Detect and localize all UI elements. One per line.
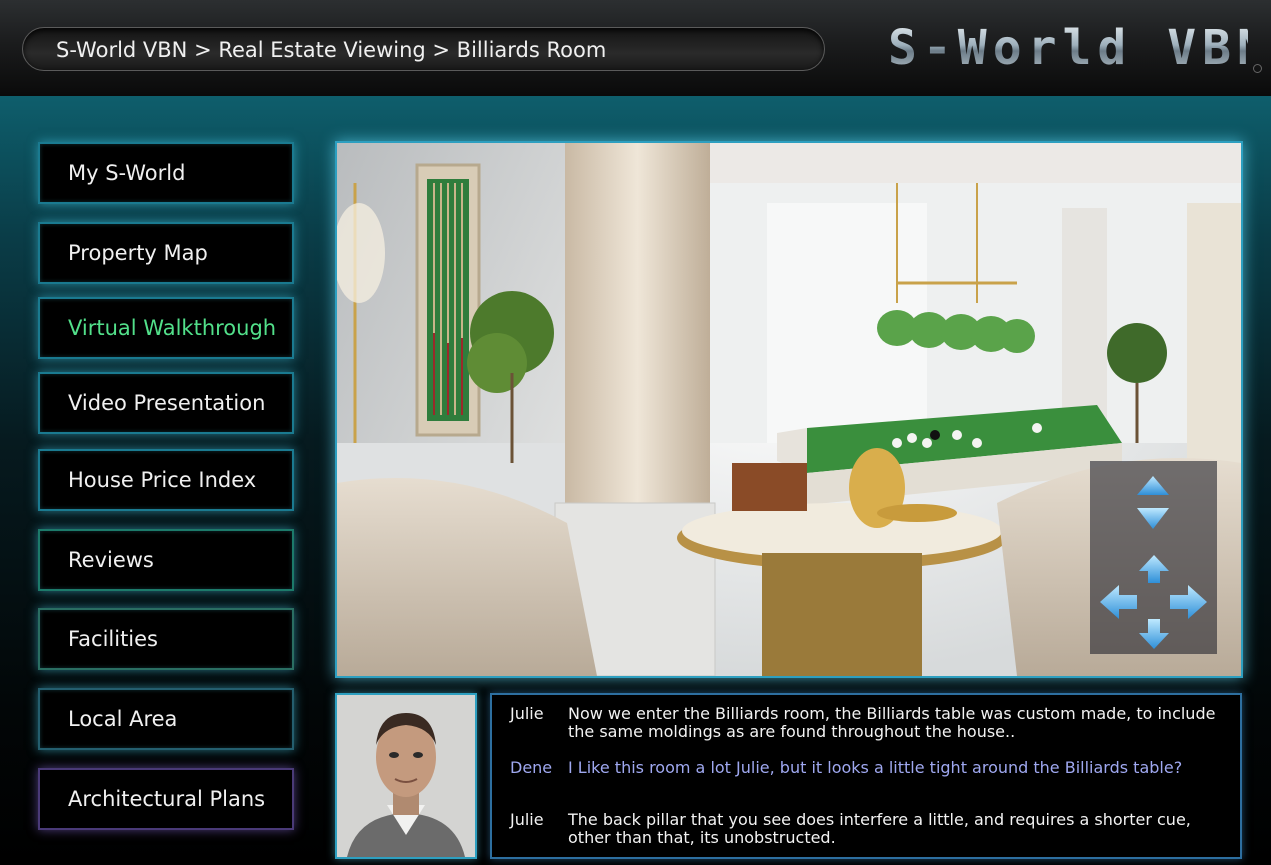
virtual-walkthrough-viewer[interactable]: [335, 141, 1243, 678]
agent-avatar: [335, 693, 477, 859]
app-logo: S-World VBN: [888, 20, 1271, 76]
sidebar-item-video-presentation[interactable]: Video Presentation: [38, 372, 294, 434]
sidebar-item-house-price-index[interactable]: House Price Index: [38, 449, 294, 511]
chat-text: The back pillar that you see does interf…: [568, 810, 1191, 847]
sidebar-item-local-area[interactable]: Local Area: [38, 688, 294, 750]
chat-speaker: Julie: [510, 810, 544, 829]
chat-speaker: Julie: [510, 704, 544, 723]
conversation-panel: Julie Now we enter the Billiards room, t…: [490, 693, 1242, 859]
breadcrumb[interactable]: S-World VBN > Real Estate Viewing > Bill…: [22, 27, 825, 71]
sidebar-item-reviews[interactable]: Reviews: [38, 529, 294, 591]
chat-text: Now we enter the Billiards room, the Bil…: [568, 704, 1216, 741]
chat-speaker: Dene: [510, 758, 553, 777]
sidebar-item-my-s-world[interactable]: My S-World: [38, 142, 294, 204]
sidebar-item-architectural-plans[interactable]: Architectural Plans: [38, 768, 294, 830]
billiards-room-scene: [337, 143, 1241, 676]
sidebar-item-virtual-walkthrough[interactable]: Virtual Walkthrough: [38, 297, 294, 359]
sidebar-item-facilities[interactable]: Facilities: [38, 608, 294, 670]
registered-mark-icon: [1253, 64, 1262, 73]
sidebar-item-property-map[interactable]: Property Map: [38, 222, 294, 284]
chat-text: I Like this room a lot Julie, but it loo…: [568, 758, 1183, 777]
top-bar: S-World VBN > Real Estate Viewing > Bill…: [0, 0, 1271, 96]
